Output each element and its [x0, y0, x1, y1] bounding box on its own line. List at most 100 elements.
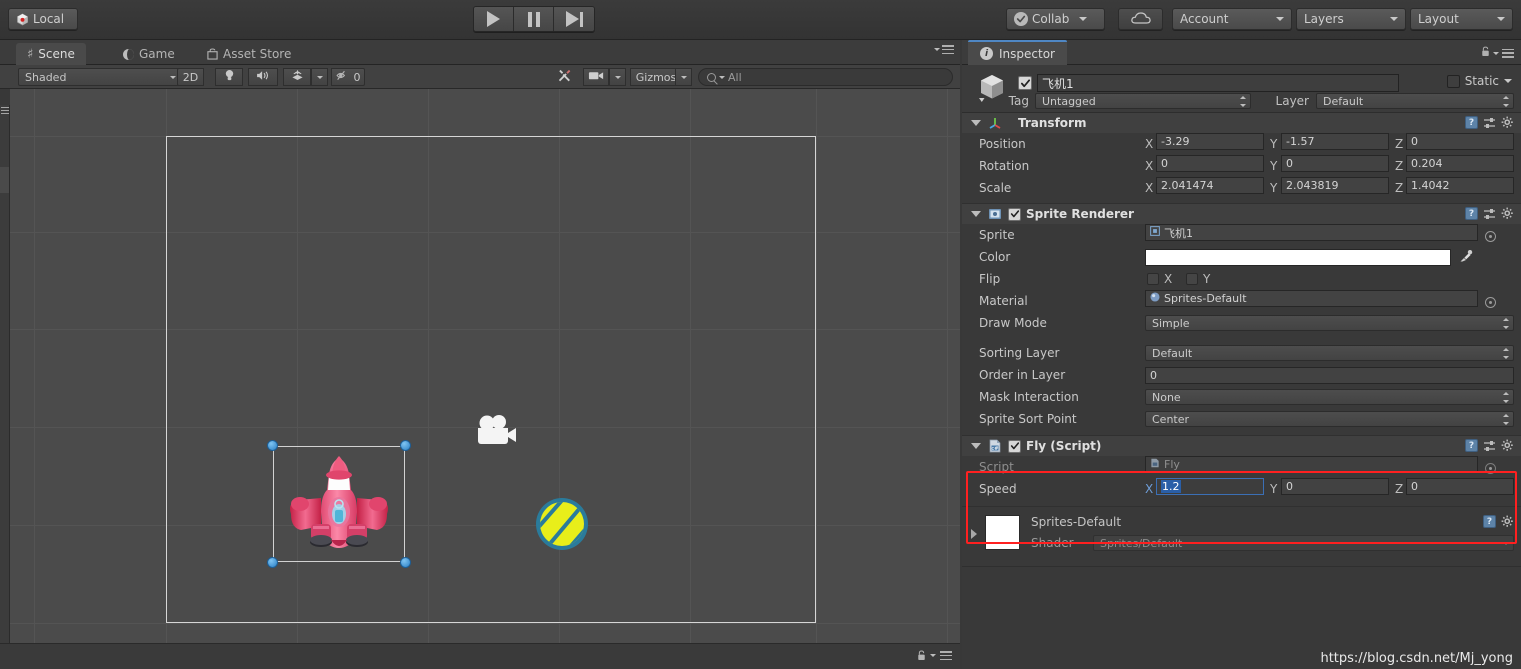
inspector-tab-strip: i Inspector: [962, 40, 1521, 65]
scene-visibility-button[interactable]: 0: [331, 68, 365, 86]
color-swatch-field[interactable]: [1145, 249, 1451, 266]
airplane-sprite-selection[interactable]: [263, 436, 415, 572]
search-icon: [707, 72, 716, 82]
resize-handle-top-right[interactable]: [400, 440, 411, 451]
scale-x-input[interactable]: 2.041474: [1156, 177, 1264, 194]
gameobject-enabled-checkbox[interactable]: [1018, 76, 1032, 90]
preset-icon[interactable]: [1483, 208, 1496, 220]
speed-y-input[interactable]: 0: [1281, 478, 1389, 495]
resize-handle-bottom-right[interactable]: [400, 557, 411, 568]
resize-handle-top-left[interactable]: [267, 440, 278, 451]
sprite-renderer-enabled-checkbox[interactable]: [1008, 207, 1021, 221]
help-icon[interactable]: ?: [1483, 515, 1496, 528]
sprite-sort-point-dropdown[interactable]: Center: [1145, 411, 1514, 427]
options-menu-icon[interactable]: [940, 651, 952, 660]
preset-icon[interactable]: [1483, 117, 1496, 129]
ball-sprite[interactable]: [534, 496, 590, 552]
help-icon[interactable]: ?: [1465, 207, 1478, 220]
static-toggle[interactable]: Static: [1446, 74, 1512, 88]
flip-x-label: X: [1164, 272, 1173, 286]
tab-scene[interactable]: ♯ Scene: [16, 43, 86, 65]
foldout-icon[interactable]: [971, 120, 981, 126]
sorting-layer-dropdown[interactable]: Default: [1145, 345, 1514, 361]
scale-y-input[interactable]: 2.043819: [1281, 177, 1389, 194]
chevron-down-icon[interactable]: [1504, 79, 1512, 83]
draw-mode-dropdown[interactable]: Shaded: [18, 68, 183, 86]
material-object-field[interactable]: Sprites-Default: [1145, 290, 1478, 307]
tab-inspector[interactable]: i Inspector: [968, 40, 1067, 65]
transform-tools: ?: [1465, 116, 1514, 129]
fly-script-header[interactable]: c# Fly (Script) ?: [962, 436, 1521, 456]
gizmos-dropdown[interactable]: [675, 68, 692, 86]
camera-gizmo-icon[interactable]: [472, 411, 520, 453]
transform-header[interactable]: Transform ?: [962, 113, 1521, 133]
gear-icon[interactable]: [1501, 439, 1514, 452]
scene-search-input[interactable]: All: [698, 68, 953, 86]
help-icon[interactable]: ?: [1465, 439, 1478, 452]
resize-handle-bottom-left[interactable]: [267, 557, 278, 568]
rotation-z-input[interactable]: 0.204: [1406, 155, 1514, 172]
airplane-sprite[interactable]: [281, 454, 397, 554]
sprite-object-field[interactable]: 飞机1: [1145, 224, 1478, 241]
pivot-rotation-button[interactable]: Local: [8, 8, 78, 30]
mask-interaction-dropdown[interactable]: None: [1145, 389, 1514, 405]
pause-button[interactable]: [514, 7, 554, 31]
layers-button[interactable]: Layers: [1296, 8, 1406, 30]
help-icon[interactable]: ?: [1465, 116, 1478, 129]
foldout-icon[interactable]: [971, 529, 977, 539]
speed-z-input[interactable]: 0: [1406, 478, 1514, 495]
scale-z-input[interactable]: 1.4042: [1406, 177, 1514, 194]
foldout-icon[interactable]: [971, 443, 981, 449]
account-button[interactable]: Account: [1172, 8, 1292, 30]
hierarchy-collapsed-strip[interactable]: [0, 105, 10, 643]
pause-icon: [527, 11, 540, 27]
rotation-x-input[interactable]: 0: [1156, 155, 1264, 172]
scene-tools-button[interactable]: [550, 68, 578, 86]
eyedropper-icon[interactable]: [1459, 249, 1473, 263]
lock-icon[interactable]: [917, 650, 926, 661]
speed-x-input[interactable]: 1.2: [1156, 478, 1264, 495]
axis-z-label: Z: [1395, 181, 1404, 195]
step-button[interactable]: [554, 7, 594, 31]
sprite-thumb-icon: [1150, 226, 1160, 239]
scene-fx-button[interactable]: [283, 68, 311, 86]
tag-dropdown[interactable]: Untagged: [1035, 93, 1251, 109]
draw-mode-dropdown[interactable]: Simple: [1145, 315, 1514, 331]
layout-button[interactable]: Layout: [1410, 8, 1513, 30]
rotation-y-input[interactable]: 0: [1281, 155, 1389, 172]
play-button[interactable]: [474, 7, 514, 31]
position-y-input[interactable]: -1.57: [1281, 133, 1389, 150]
sprite-picker-icon[interactable]: [1485, 231, 1496, 242]
scene-tab-menu[interactable]: [934, 45, 954, 54]
position-z-input[interactable]: 0: [1406, 133, 1514, 150]
fly-script-enabled-checkbox[interactable]: [1008, 439, 1021, 453]
cloud-services-button[interactable]: [1118, 8, 1163, 30]
gear-icon[interactable]: [1501, 116, 1514, 129]
material-picker-icon[interactable]: [1485, 297, 1496, 308]
scene-lighting-button[interactable]: [215, 68, 243, 86]
svg-text:c#: c#: [992, 446, 999, 452]
scene-viewport[interactable]: [10, 89, 960, 643]
preset-icon[interactable]: [1483, 440, 1496, 452]
scene-camera-dropdown[interactable]: [609, 68, 626, 86]
scene-audio-button[interactable]: [248, 68, 278, 86]
flip-y-checkbox[interactable]: [1186, 273, 1198, 285]
scene-fx-dropdown[interactable]: [311, 68, 328, 86]
options-menu-icon[interactable]: [1502, 48, 1514, 58]
sprite-renderer-header[interactable]: Sprite Renderer ?: [962, 204, 1521, 224]
foldout-icon[interactable]: [971, 211, 981, 217]
2d-toggle-button[interactable]: 2D: [177, 68, 204, 86]
scene-camera-button[interactable]: [583, 68, 609, 86]
lock-icon[interactable]: [1481, 46, 1490, 60]
tab-asset-store[interactable]: Asset Store: [196, 43, 302, 65]
static-checkbox[interactable]: [1446, 74, 1460, 88]
gear-icon[interactable]: [1501, 515, 1514, 528]
position-x-input[interactable]: -3.29: [1156, 133, 1264, 150]
gameobject-name-input[interactable]: 飞机1: [1037, 74, 1399, 92]
layer-dropdown[interactable]: Default: [1316, 93, 1514, 109]
tab-game[interactable]: Game: [112, 43, 186, 65]
order-in-layer-input[interactable]: 0: [1145, 367, 1514, 384]
collab-button[interactable]: Collab: [1006, 8, 1105, 30]
flip-x-checkbox[interactable]: [1147, 273, 1159, 285]
gear-icon[interactable]: [1501, 207, 1514, 220]
